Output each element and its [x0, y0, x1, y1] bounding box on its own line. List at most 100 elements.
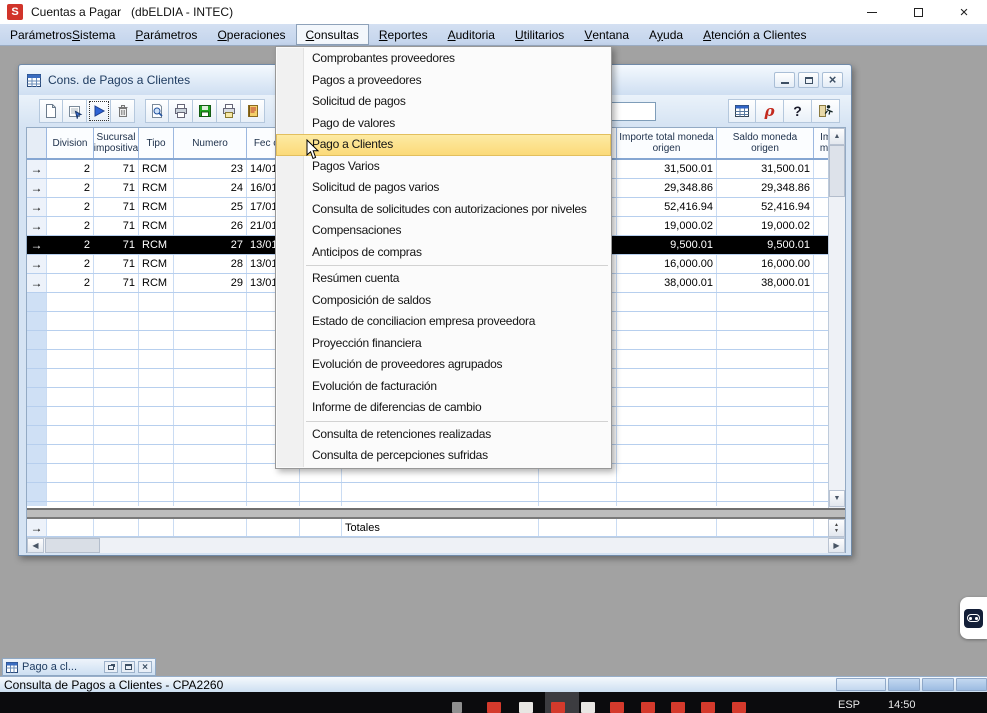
table-row[interactable]	[27, 502, 828, 506]
taskbar-icon-stub[interactable]	[701, 702, 715, 713]
run-button[interactable]	[87, 99, 111, 123]
cell-saldo	[717, 369, 814, 387]
child-minimize-button[interactable]	[774, 72, 795, 88]
scroll-right-button[interactable]: ▶	[828, 538, 845, 553]
menu-parametros-sistema[interactable]: Parámetros Sistema	[0, 24, 125, 45]
taskbar-language[interactable]: ESP	[838, 699, 860, 711]
data-grid-button[interactable]	[728, 99, 756, 123]
menu-item-proyeccion-financiera[interactable]: Proyección financiera	[276, 333, 611, 355]
print-icon	[173, 103, 189, 119]
menu-item-resumen-cuenta[interactable]: Resúmen cuenta	[276, 268, 611, 290]
scroll-left-button[interactable]: ◀	[27, 538, 44, 553]
cell-sel: →	[27, 255, 47, 273]
minimized-window-title: Pago a cl...	[22, 661, 104, 673]
print-preview-button[interactable]	[145, 99, 169, 123]
menu-item-pagos-varios[interactable]: Pagos Varios	[276, 156, 611, 178]
menu-item-evolucion-de-facturacion[interactable]: Evolución de facturación	[276, 376, 611, 398]
taskbar-icon-stub[interactable]	[551, 702, 565, 713]
cell-division	[47, 407, 94, 425]
minimized-maximize-button[interactable]	[121, 661, 135, 673]
cell-importe: 29,348.86	[617, 179, 717, 197]
menu-item-consulta-de-retenciones-realizadas[interactable]: Consulta de retenciones realizadas	[276, 424, 611, 446]
taskbar-icon-stub[interactable]	[487, 702, 501, 713]
run-icon	[91, 103, 107, 119]
minimized-close-button[interactable]: ×	[138, 661, 152, 673]
grid-totals-row: →Totales	[27, 519, 828, 537]
new-document-button[interactable]	[39, 99, 63, 123]
close-button[interactable]: ×	[941, 0, 987, 24]
help-button[interactable]: ?	[784, 99, 812, 123]
taskbar-icon-stub[interactable]	[671, 702, 685, 713]
menu-item-evolucion-de-proveedores-agrupados[interactable]: Evolución de proveedores agrupados	[276, 354, 611, 376]
minimize-button[interactable]	[849, 0, 895, 24]
menu-item-anticipos-de-compras[interactable]: Anticipos de compras	[276, 242, 611, 264]
menu-item-estado-de-conciliacion-empresa-proveedora[interactable]: Estado de conciliacion empresa proveedor…	[276, 311, 611, 333]
taskbar-icon-stub[interactable]	[610, 702, 624, 713]
cell-sel	[27, 464, 47, 482]
properties-button[interactable]	[63, 99, 87, 123]
cell-tipo: RCM	[139, 198, 174, 216]
vertical-scrollbar[interactable]: ▲ ▼	[828, 128, 845, 508]
taskbar-icon-stub[interactable]	[581, 702, 595, 713]
menu-ventana[interactable]: Ventana	[574, 24, 639, 45]
cell-saldo	[717, 388, 814, 406]
taskbar-icon-stub[interactable]	[452, 702, 462, 713]
menu-item-compensaciones[interactable]: Compensaciones	[276, 220, 611, 242]
restore-icon	[108, 665, 114, 670]
horizontal-scroll-thumb[interactable]	[45, 538, 100, 553]
minimized-restore-button[interactable]	[104, 661, 118, 673]
scroll-down-button[interactable]: ▼	[829, 490, 845, 507]
cell-numero: 29	[174, 274, 247, 292]
taskbar-icon-stub[interactable]	[732, 702, 746, 713]
menu-item-pagos-a-proveedores[interactable]: Pagos a proveedores	[276, 70, 611, 92]
horizontal-scrollbar[interactable]: ◀ ▶	[27, 537, 845, 553]
statusbar-panel	[888, 678, 920, 691]
cell-importe	[617, 331, 717, 349]
menu-ayuda[interactable]: Ayuda	[639, 24, 693, 45]
totals-spinner[interactable]: ▲▼	[828, 519, 845, 537]
menu-item-composicion-de-saldos[interactable]: Composición de saldos	[276, 290, 611, 312]
menu-item-consulta-de-percepciones-sufridas[interactable]: Consulta de percepciones sufridas	[276, 445, 611, 467]
column-header-sel	[27, 128, 47, 158]
notes-button[interactable]	[241, 99, 265, 123]
menu-parametros[interactable]: Parámetros	[125, 24, 207, 45]
print-button[interactable]	[169, 99, 193, 123]
menu-item-informe-de-diferencias-de-cambio[interactable]: Informe de diferencias de cambio	[276, 397, 611, 419]
grid-splitter[interactable]	[27, 508, 845, 519]
menu-item-pago-a-clientes[interactable]: Pago a Clientes	[276, 134, 611, 156]
cell-imp2	[814, 426, 828, 444]
menu-item-consulta-de-solicitudes-con-autorizaciones-por-niveles[interactable]: Consulta de solicitudes con autorizacion…	[276, 199, 611, 221]
child-maximize-button[interactable]	[798, 72, 819, 88]
taskbar-clock[interactable]: 14:50	[888, 699, 916, 711]
print-setup-button[interactable]	[217, 99, 241, 123]
cell-sel	[27, 369, 47, 387]
menu-item-comprobantes-proveedores[interactable]: Comprobantes proveedores	[276, 48, 611, 70]
menu-utilitarios[interactable]: Utilitarios	[505, 24, 574, 45]
save-button[interactable]	[193, 99, 217, 123]
cell-numero: 24	[174, 179, 247, 197]
menu-operaciones[interactable]: Operaciones	[207, 24, 295, 45]
menu-auditoria[interactable]: Auditoria	[438, 24, 505, 45]
delete-button[interactable]	[111, 99, 135, 123]
menu-consultas[interactable]: Consultas	[296, 24, 369, 45]
menu-reportes[interactable]: Reportes	[369, 24, 438, 45]
app-icon: S	[7, 4, 23, 20]
menu-item-pago-de-valores[interactable]: Pago de valores	[276, 113, 611, 135]
teamviewer-tab[interactable]	[960, 597, 987, 639]
child-close-button[interactable]: ×	[822, 72, 843, 88]
cell-imp2	[814, 236, 828, 254]
rho-filter-button[interactable]: ρ	[756, 99, 784, 123]
menu-atencion-a-clientes[interactable]: Atención a Clientes	[693, 24, 816, 45]
table-row[interactable]: →Totales	[27, 519, 828, 537]
menu-item-solicitud-de-pagos[interactable]: Solicitud de pagos	[276, 91, 611, 113]
minimized-window[interactable]: Pago a cl... ×	[2, 658, 156, 676]
maximize-button[interactable]	[895, 0, 941, 24]
cell-numero	[174, 312, 247, 330]
exit-run-button[interactable]	[812, 99, 840, 123]
vertical-scroll-thumb[interactable]	[829, 145, 845, 197]
taskbar-icon-stub[interactable]	[519, 702, 533, 713]
scroll-up-button[interactable]: ▲	[829, 128, 845, 145]
menu-item-solicitud-de-pagos-varios[interactable]: Solicitud de pagos varios	[276, 177, 611, 199]
table-row[interactable]	[27, 483, 828, 502]
taskbar-icon-stub[interactable]	[641, 702, 655, 713]
